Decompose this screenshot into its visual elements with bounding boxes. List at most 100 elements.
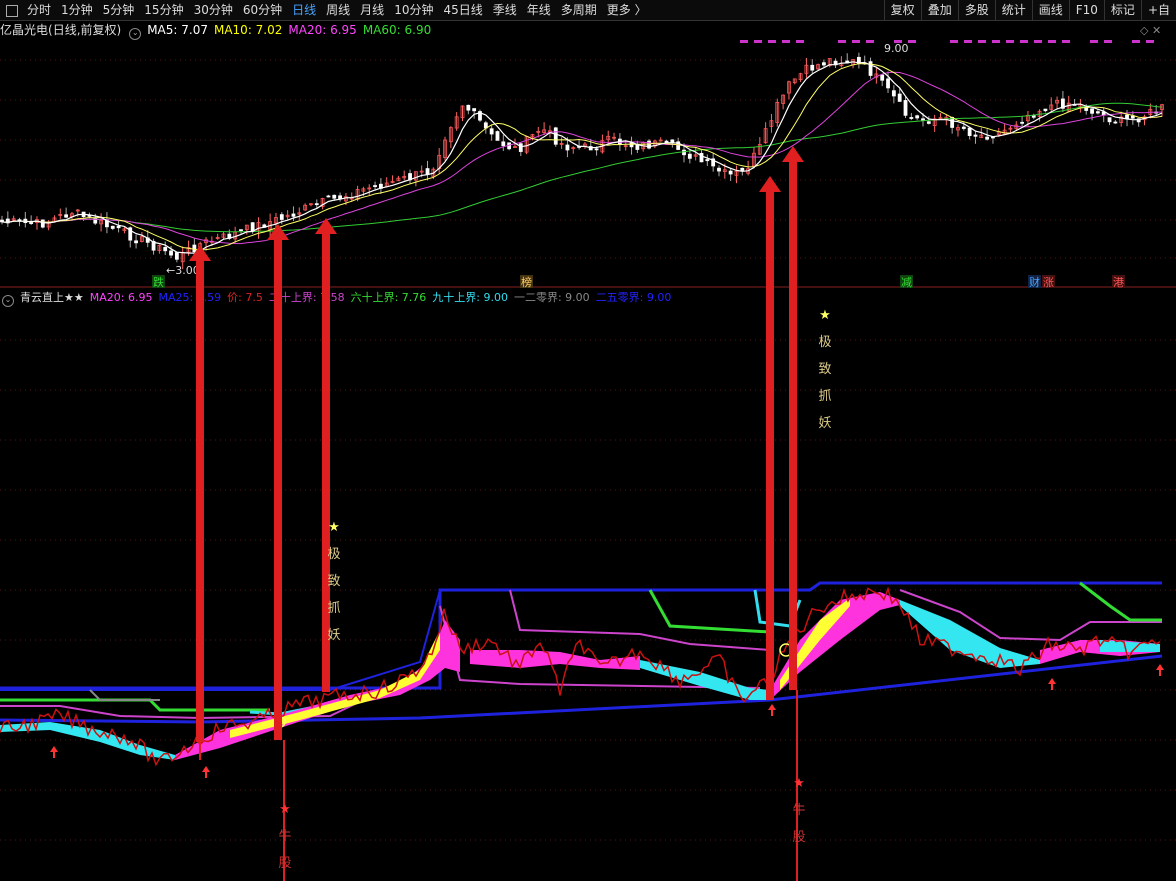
big-arrow-3-head — [315, 218, 337, 234]
candle-body — [921, 118, 925, 121]
low-price-label: ←3.00 — [166, 264, 200, 277]
top-signal-mark — [1104, 40, 1112, 43]
ma20-line — [1, 71, 1163, 245]
candle-body — [291, 213, 296, 217]
candle-body — [664, 140, 669, 143]
candle-body — [93, 217, 98, 224]
candle-body — [425, 168, 430, 175]
top-signal-mark — [908, 40, 916, 43]
candle-body — [239, 229, 243, 232]
candle-body — [279, 214, 284, 220]
signal-char: 极 — [818, 335, 832, 350]
candle-body — [1090, 108, 1094, 114]
candle-body — [518, 143, 523, 152]
candle-body — [314, 203, 319, 206]
chart-canvas[interactable]: 9.00 ←3.00跌 榜 减 财涨 港 — [0, 0, 1176, 881]
big-arrow-5-head — [782, 146, 804, 162]
signal-char: 妖 — [818, 416, 832, 431]
candle-body — [1130, 115, 1135, 119]
top-signal-mark — [866, 40, 874, 43]
candle-body — [110, 225, 115, 229]
candle-body — [926, 121, 931, 124]
candle-body — [891, 90, 896, 97]
top-signal-mark — [768, 40, 776, 43]
ma60-line — [1, 102, 1163, 233]
jizhi-signal-1: ★ 极 致 抓 妖 — [327, 514, 341, 649]
twenty-upper-line-2 — [509, 589, 771, 651]
signal-char: 极 — [327, 547, 341, 562]
candle-body — [897, 93, 902, 102]
candle-body — [810, 64, 815, 71]
big-arrow-4-head — [759, 176, 781, 192]
niugu-signal-2: ★ 牛 股 — [792, 770, 806, 851]
candle-body — [192, 244, 197, 253]
top-signal-mark — [1132, 40, 1140, 43]
event-tag-3: 财 — [1029, 275, 1040, 289]
candle-body — [134, 240, 138, 244]
top-signal-mark — [992, 40, 1000, 43]
signal-char: 致 — [327, 574, 341, 589]
top-signal-mark — [950, 40, 958, 43]
event-tag-4: 涨 — [1043, 276, 1054, 289]
event-tag-1: 榜 — [521, 275, 532, 289]
candle-body — [1107, 117, 1112, 123]
signal-char: 致 — [818, 362, 832, 377]
candle-body — [1095, 111, 1100, 114]
candle-body — [909, 117, 914, 119]
candle-body — [728, 170, 733, 175]
top-signal-mark — [1090, 40, 1098, 43]
top-signal-mark — [838, 40, 846, 43]
ribbon-cyan-3 — [900, 600, 1040, 668]
signal-char: 妖 — [327, 628, 341, 643]
top-signal-mark — [978, 40, 986, 43]
candle-body — [174, 252, 179, 260]
ribbon-magenta-2 — [470, 650, 640, 670]
star-icon: ★ — [793, 776, 805, 791]
event-tag-2: 减 — [901, 276, 912, 289]
candle-body — [565, 144, 570, 151]
top-signal-mark — [1048, 40, 1056, 43]
candle-body — [594, 148, 599, 151]
top-signal-mark — [1020, 40, 1028, 43]
candle-body — [915, 115, 920, 119]
candle-body — [880, 74, 885, 81]
candle-body — [629, 142, 634, 148]
high-price-label: 9.00 — [884, 42, 909, 55]
top-signal-mark — [1062, 40, 1070, 43]
candle-body — [373, 185, 377, 187]
candle-body — [886, 78, 890, 89]
big-arrow-4 — [766, 188, 774, 700]
buy-arrow-head-0 — [50, 746, 58, 752]
top-signal-mark — [1006, 40, 1014, 43]
candle-body — [29, 221, 34, 224]
candle-body — [472, 108, 477, 112]
event-tag-0: 跌 — [153, 275, 164, 289]
candle-body — [163, 247, 168, 252]
candle-body — [740, 167, 745, 171]
big-arrow-1 — [196, 257, 204, 742]
top-signal-mark — [964, 40, 972, 43]
big-arrow-5 — [789, 158, 797, 690]
candle-body — [822, 62, 826, 66]
star-icon: ★ — [819, 308, 831, 323]
buy-arrow-head-2 — [768, 704, 776, 710]
buy-arrow-head-4 — [1156, 664, 1164, 670]
top-signal-mark — [894, 40, 902, 43]
buy-arrow-head-3 — [1048, 678, 1056, 684]
jizhi-signal-2: ★ 极 致 抓 妖 — [818, 302, 832, 437]
candle-body — [1113, 121, 1118, 124]
signal-char: 牛 — [792, 803, 806, 818]
signal-char: 股 — [792, 830, 806, 845]
event-tag-5: 港 — [1113, 276, 1124, 289]
candle-body — [466, 104, 471, 111]
candle-body — [985, 136, 990, 140]
limit-250-line — [0, 581, 1162, 690]
candle-body — [64, 214, 69, 218]
ma5-line — [1, 61, 1163, 254]
candle-body — [903, 100, 908, 116]
sixty-upper-line-3 — [1079, 581, 1162, 622]
star-icon: ★ — [279, 802, 291, 817]
star-icon: ★ — [328, 520, 340, 535]
signal-char: 抓 — [818, 389, 832, 404]
candle-body — [967, 127, 972, 136]
